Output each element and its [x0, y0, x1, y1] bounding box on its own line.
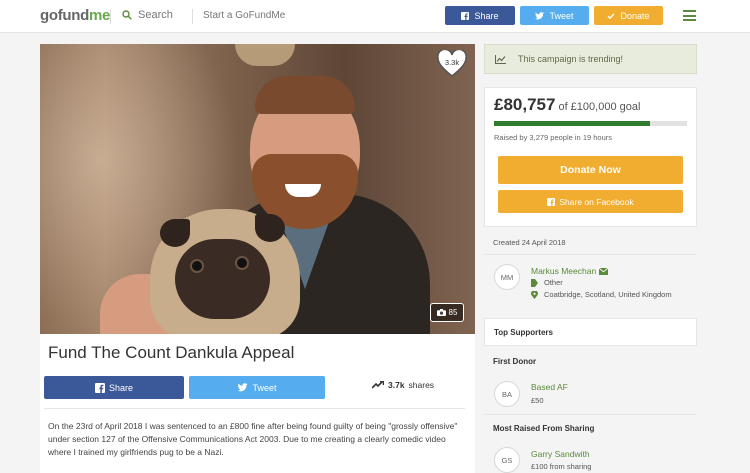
header-donate-button[interactable]: Donate	[594, 6, 663, 25]
logo-main: gofund	[40, 7, 90, 24]
trending-text: This campaign is trending!	[518, 54, 624, 64]
share-on-facebook-label: Share on Facebook	[559, 196, 634, 207]
tweet-button[interactable]: Tweet	[189, 376, 325, 399]
twitter-icon	[535, 11, 545, 19]
campaign-title: Fund The Count Dankula Appeal	[48, 343, 295, 362]
header-tweet-label: Tweet	[549, 10, 574, 21]
most-raised-name: Garry Sandwith	[531, 449, 590, 459]
organizer-name: Markus Meechan	[531, 266, 597, 276]
divider	[44, 408, 465, 409]
search-icon	[122, 10, 132, 20]
first-donor-amount: £50	[531, 396, 544, 405]
trending-banner: This campaign is trending!	[484, 44, 697, 74]
search-label: Search	[138, 9, 173, 21]
heart-count: 3.3k	[444, 58, 460, 67]
facebook-share-button[interactable]: Share	[44, 376, 184, 399]
first-donor-avatar: BA	[494, 381, 520, 407]
shares-count: 3.7k	[388, 380, 405, 390]
most-raised-avatar: GS	[494, 447, 520, 473]
header-share-label: Share	[474, 10, 499, 21]
goal-amount: of £100,000 goal	[558, 101, 641, 113]
raised-total: £80,757	[494, 95, 556, 114]
map-pin-icon	[531, 290, 538, 299]
organizer-avatar[interactable]: MM	[494, 264, 520, 290]
header-facebook-share-button[interactable]: Share	[445, 6, 515, 25]
most-raised-amount: £100 from sharing	[531, 462, 592, 471]
search-link[interactable]: Search	[122, 9, 173, 21]
first-donor-label: First Donor	[493, 357, 537, 366]
header-donate-label: Donate	[620, 10, 650, 21]
header-tweet-button[interactable]: Tweet	[520, 6, 589, 25]
camera-icon	[436, 309, 446, 316]
share-on-facebook-button[interactable]: Share on Facebook	[498, 190, 683, 213]
photo-count: 85	[448, 308, 458, 317]
hamburger-menu-icon[interactable]	[683, 10, 696, 21]
most-raised-label: Most Raised From Sharing	[493, 424, 595, 433]
raised-amount: £80,757 of £100,000 goal	[494, 95, 640, 115]
share-label: Share	[108, 382, 134, 393]
progress-bar	[494, 121, 687, 126]
campaign-photo[interactable]	[40, 44, 475, 334]
twitter-icon	[237, 383, 249, 392]
organizer-name-link[interactable]: Markus Meechan	[531, 266, 609, 276]
divider	[484, 254, 697, 255]
shares-label: shares	[408, 380, 435, 390]
logo-accent: me	[89, 7, 111, 24]
donate-now-button[interactable]: Donate Now	[498, 156, 683, 184]
header-divider	[192, 9, 193, 24]
photo-count-badge[interactable]: 85	[430, 303, 464, 322]
envelope-icon	[599, 267, 609, 275]
progress-fill	[494, 121, 650, 126]
tag-icon	[531, 278, 538, 287]
shares-counter: 3.7k shares	[372, 380, 434, 390]
facebook-icon	[94, 382, 105, 393]
facebook-icon	[461, 11, 470, 20]
facebook-icon	[547, 197, 556, 206]
wall-ornament	[235, 44, 295, 66]
trending-icon	[372, 381, 384, 389]
organizer-location: Coatbridge, Scotland, United Kingdom	[531, 290, 672, 299]
top-supporters-header: Top Supporters	[484, 318, 697, 346]
campaign-story: On the 23rd of April 2018 I was sentence…	[48, 421, 458, 457]
first-donor-name: Based AF	[531, 382, 568, 392]
top-header: gofundme Search Start a GoFundMe Share T…	[0, 0, 750, 33]
divider	[484, 414, 697, 415]
gofundme-logo[interactable]: gofundme	[40, 7, 110, 24]
tweet-label: Tweet	[252, 382, 277, 393]
organizer-category: Other	[531, 278, 563, 287]
trending-chart-icon	[495, 54, 506, 64]
check-icon	[607, 12, 616, 19]
raised-by-text: Raised by 3,279 people in 19 hours	[494, 133, 613, 142]
start-gofundme-link[interactable]: Start a GoFundMe	[203, 10, 285, 21]
header-divider	[110, 9, 111, 24]
created-date: Created 24 April 2018	[493, 238, 566, 247]
